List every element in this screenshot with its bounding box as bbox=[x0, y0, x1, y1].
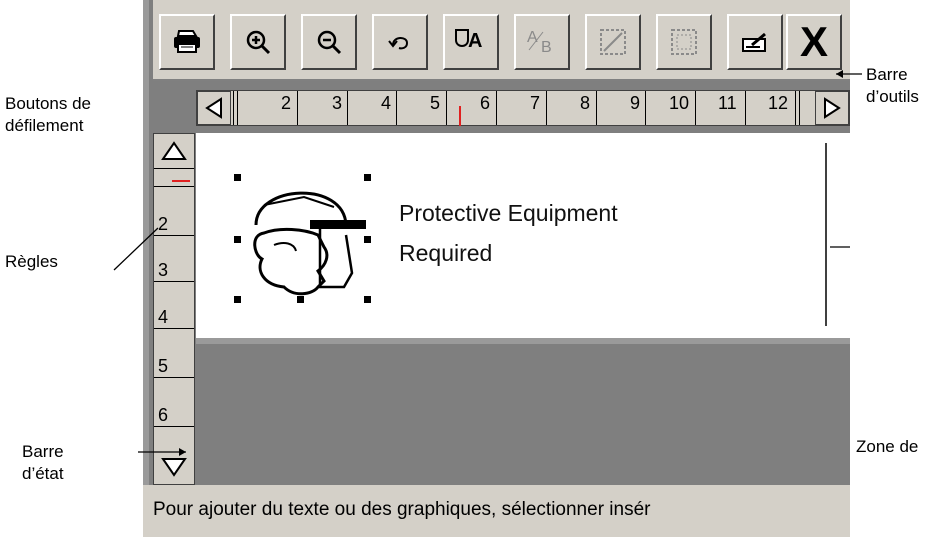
callout-leaders bbox=[113, 70, 862, 456]
